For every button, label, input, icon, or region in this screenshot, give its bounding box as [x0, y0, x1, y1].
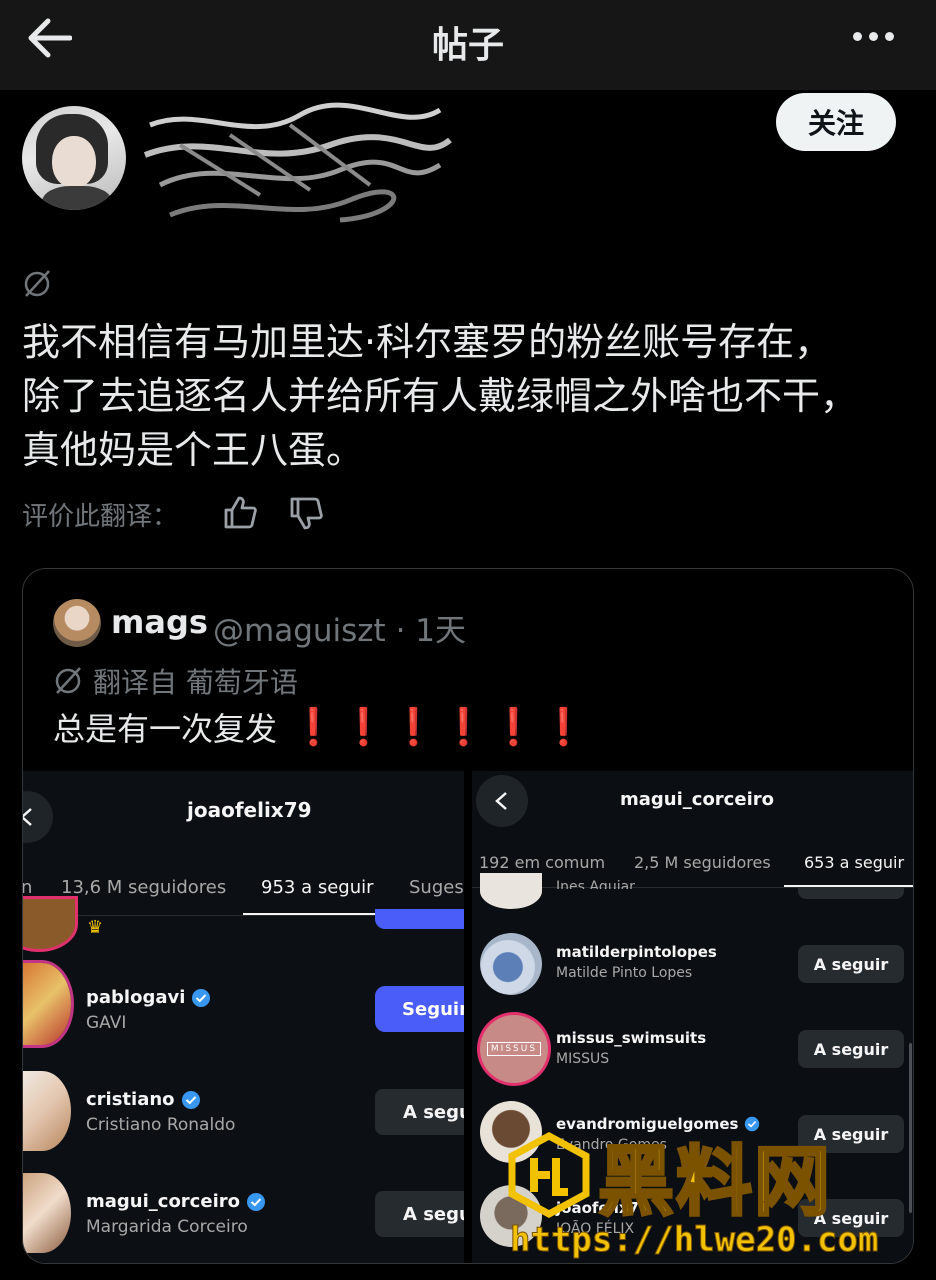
redaction-scribble	[143, 102, 452, 223]
exclamation-mark: ❗	[441, 707, 486, 748]
row-fullname: Matilde Pinto Lopes	[556, 965, 693, 981]
author-avatar[interactable]	[22, 106, 126, 210]
partial-button	[375, 909, 464, 929]
row-username-text: magui_corceiro	[86, 1191, 240, 1212]
screenshot-tab-active: 653 a seguir	[804, 853, 905, 872]
screenshot-tab: 2,5 M seguidores	[634, 853, 771, 872]
row-username-text: missus_swimsuits	[556, 1029, 707, 1047]
avatar: MISSUS	[480, 1015, 548, 1083]
thumbs-up-icon[interactable]	[222, 495, 258, 531]
watermark-text: 黑料网	[597, 1136, 832, 1228]
following-button: A seguir	[798, 945, 904, 983]
thumbs-down-icon[interactable]	[288, 495, 324, 531]
row-username-text: matilderpintolopes	[556, 943, 717, 961]
verified-badge-icon	[181, 1090, 200, 1109]
row-fullname: Cristiano Ronaldo	[86, 1115, 236, 1135]
watermark-url: https://hlwe20.com	[509, 1220, 879, 1261]
partial-fullname: Ines Aguiar	[556, 879, 635, 889]
row-username: pablogavi	[86, 987, 211, 1008]
partial-avatar	[23, 899, 75, 949]
screenshot-title: joaofelix79	[187, 798, 312, 822]
screenshot-tab: 192 em comum	[479, 853, 606, 872]
following-button: A seguir	[798, 1030, 904, 1068]
quoted-author-avatar[interactable]	[53, 599, 101, 647]
follow-button: Seguir	[375, 986, 464, 1032]
row-username: missus_swimsuits	[556, 1029, 706, 1047]
chevron-left-icon	[23, 808, 32, 826]
screenshot-tab: n	[23, 877, 32, 898]
row-username: matilderpintolopes	[556, 943, 717, 961]
exclamation-mark: ❗	[291, 707, 336, 748]
avatar	[480, 933, 542, 995]
row-username-text: cristiano	[86, 1089, 175, 1110]
exclamation-mark: ❗	[341, 707, 386, 748]
exclamation-marks: ❗ ❗ ❗ ❗ ❗ ❗	[291, 706, 586, 748]
exclamation-mark: ❗	[391, 707, 436, 748]
screenshot-tab-active: 953 a seguir	[261, 877, 374, 898]
quoted-author-handle: @maguiszt · 1天	[213, 613, 466, 649]
watermark-logo-icon	[508, 1132, 590, 1218]
row-username-text: pablogavi	[86, 987, 186, 1008]
quoted-text-body: 总是有一次复发	[53, 710, 278, 748]
screenshot-tab: 13,6 M seguidores	[61, 877, 227, 898]
translate-icon	[55, 667, 81, 694]
translate-icon	[24, 270, 50, 297]
following-button: A segu	[375, 1191, 464, 1237]
avatar	[23, 963, 71, 1045]
crown-icon: ♛	[87, 917, 104, 938]
chevron-left-icon	[495, 792, 507, 810]
row-fullname: GAVI	[86, 1013, 127, 1033]
partial-avatar	[480, 873, 542, 909]
following-button: A segu	[375, 1089, 464, 1135]
screenshot-back-button	[476, 775, 528, 827]
screenshot-back-button	[23, 791, 53, 843]
exclamation-mark: ❗	[491, 707, 536, 748]
rate-translation-label: 评价此翻译：	[22, 502, 179, 532]
screenshot-divider	[464, 771, 472, 1263]
avatar	[23, 1173, 71, 1253]
screenshot-title: magui_corceiro	[620, 789, 774, 810]
more-options-icon[interactable]	[853, 32, 894, 41]
watermark: 黑料网 https://hlwe20.com	[500, 1120, 930, 1280]
row-username: cristiano	[86, 1089, 201, 1110]
row-fullname: Margarida Corceiro	[86, 1217, 248, 1237]
quoted-author-name: mags	[111, 603, 208, 641]
avatar	[23, 1071, 71, 1151]
exclamation-mark: ❗	[541, 707, 586, 748]
verified-badge-icon	[246, 1192, 265, 1211]
translated-from-label: 翻译自 葡萄牙语	[93, 666, 298, 699]
quoted-text: 总是有一次复发 ❗ ❗ ❗ ❗ ❗ ❗	[53, 704, 586, 750]
page-title: 帖子	[431, 25, 504, 66]
screenshot-tab: Suges	[409, 877, 464, 898]
left-screenshot: joaofelix79 n 13,6 M seguidores 953 a se…	[23, 771, 464, 1263]
post-text: 我不相信有马加里达·科尔塞罗的粉丝账号存在， 除了去追逐名人并给所有人戴绿帽之外…	[22, 320, 859, 472]
avatar-brand-text: MISSUS	[486, 1042, 542, 1056]
partial-button	[798, 887, 904, 899]
top-bar: 帖子	[0, 0, 936, 90]
row-username: magui_corceiro	[86, 1191, 266, 1212]
verified-badge-icon	[192, 988, 211, 1007]
row-fullname: MISSUS	[556, 1051, 610, 1067]
follow-button[interactable]: 关注	[776, 93, 896, 151]
